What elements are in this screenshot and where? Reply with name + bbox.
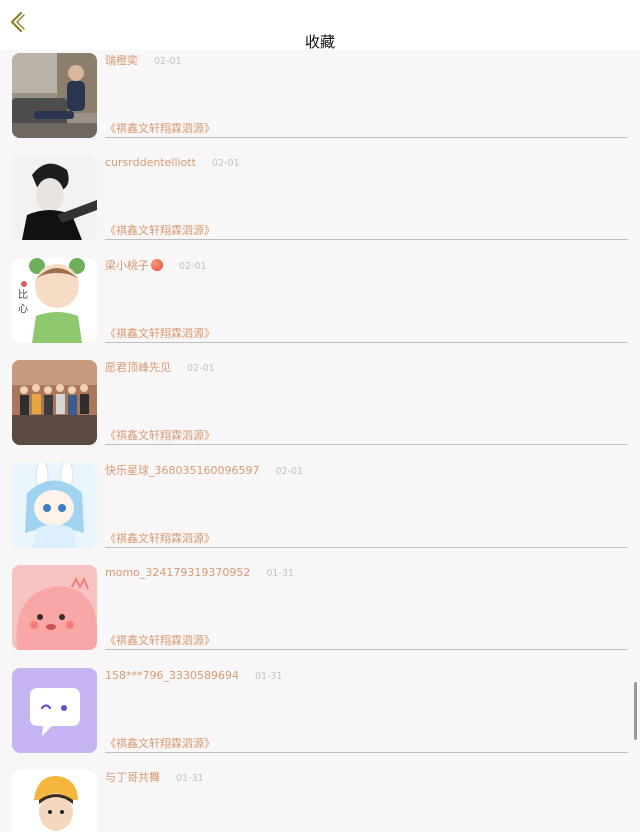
item-tag[interactable]: 《祺鑫文轩翔霖泗源》 — [105, 532, 215, 546]
user-name[interactable]: 快乐星球_368035160096597 — [105, 464, 259, 477]
item-date: 02-01 — [275, 466, 304, 477]
scrollbar[interactable] — [634, 682, 637, 740]
avatar[interactable] — [12, 668, 97, 753]
item-tag[interactable]: 《祺鑫文轩翔霖泗源》 — [105, 634, 215, 648]
avatar[interactable] — [12, 360, 97, 445]
list-item[interactable]: 比 心 梁小桃子 02-01 《祺鑫文轩翔霖泗源》 — [0, 255, 640, 357]
item-header: 158***796_3330589694 01-31 — [105, 669, 283, 684]
item-date: 02-01 — [211, 158, 240, 169]
item-date: 01-31 — [266, 568, 294, 579]
avatar[interactable] — [12, 53, 97, 138]
list-item[interactable]: 158***796_3330589694 01-31 《祺鑫文轩翔霖泗源》 — [0, 665, 640, 767]
item-header: momo_324179319370952 01-31 — [105, 566, 294, 581]
avatar[interactable] — [12, 155, 97, 240]
item-header: 快乐星球_368035160096597 02-01 — [105, 464, 303, 479]
item-date: 02-01 — [179, 261, 207, 272]
chevron-left-icon — [10, 11, 25, 33]
item-header: cursrddentelliott 02-01 — [105, 156, 240, 171]
user-name[interactable]: 愿君顶峰先见 — [105, 361, 171, 374]
user-name[interactable]: 梁小桃子 — [105, 259, 149, 272]
item-header: 愿君顶峰先见 02-01 — [105, 361, 215, 376]
avatar[interactable] — [12, 463, 97, 548]
page-title: 收藏 — [304, 33, 335, 51]
item-tag[interactable]: 《祺鑫文轩翔霖泗源》 — [105, 429, 215, 443]
favorites-page: 收藏 瑞橙奕 02-01 《祺鑫文轩翔霖泗源》 cursrddentelliot… — [0, 0, 640, 832]
item-header: 梁小桃子 02-01 — [105, 259, 207, 274]
item-tag[interactable]: 《祺鑫文轩翔霖泗源》 — [105, 737, 215, 751]
divider — [105, 752, 628, 753]
item-date: 02-01 — [187, 363, 215, 374]
list-item[interactable]: momo_324179319370952 01-31 《祺鑫文轩翔霖泗源》 — [0, 562, 640, 664]
item-header: 与丁哥共舞 01-31 — [105, 771, 204, 786]
item-tag[interactable]: 《祺鑫文轩翔霖泗源》 — [105, 224, 215, 238]
user-name[interactable]: 158***796_3330589694 — [105, 669, 239, 682]
list-item[interactable]: 与丁哥共舞 01-31 — [0, 767, 640, 832]
top-bar: 收藏 — [0, 0, 640, 51]
avatar[interactable] — [12, 565, 97, 650]
divider — [105, 137, 628, 138]
list-item[interactable]: cursrddentelliott 02-01 《祺鑫文轩翔霖泗源》 — [0, 152, 640, 254]
peach-icon — [151, 259, 163, 271]
divider — [105, 239, 628, 240]
item-date: 01-31 — [176, 773, 204, 784]
item-date: 02-01 — [154, 56, 182, 67]
divider — [105, 649, 628, 650]
list-item[interactable]: 瑞橙奕 02-01 《祺鑫文轩翔霖泗源》 — [0, 50, 640, 152]
back-button[interactable] — [4, 8, 30, 36]
svg-text:心: 心 — [18, 303, 28, 315]
user-name[interactable]: momo_324179319370952 — [105, 566, 250, 579]
user-name[interactable]: 与丁哥共舞 — [105, 771, 160, 784]
divider — [105, 444, 628, 445]
svg-text:比: 比 — [18, 289, 28, 301]
item-tag[interactable]: 《祺鑫文轩翔霖泗源》 — [105, 122, 215, 136]
divider — [105, 342, 628, 343]
user-name[interactable]: cursrddentelliott — [105, 156, 196, 169]
user-name[interactable]: 瑞橙奕 — [105, 54, 138, 67]
avatar[interactable] — [12, 770, 97, 832]
item-date: 01-31 — [254, 671, 283, 682]
item-tag[interactable]: 《祺鑫文轩翔霖泗源》 — [105, 327, 215, 341]
list-item[interactable]: 快乐星球_368035160096597 02-01 《祺鑫文轩翔霖泗源》 — [0, 460, 640, 562]
avatar[interactable]: 比 心 — [12, 258, 97, 343]
list-item[interactable]: 愿君顶峰先见 02-01 《祺鑫文轩翔霖泗源》 — [0, 357, 640, 459]
item-header: 瑞橙奕 02-01 — [105, 54, 182, 69]
divider — [105, 547, 628, 548]
